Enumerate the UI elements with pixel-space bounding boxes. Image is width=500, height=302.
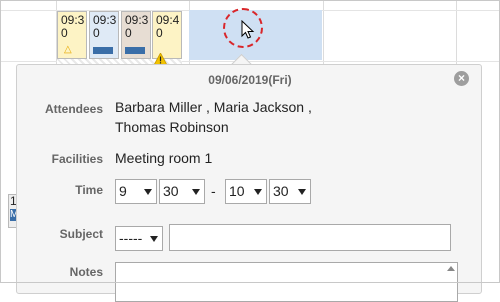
screenshot-frame bbox=[0, 0, 500, 283]
